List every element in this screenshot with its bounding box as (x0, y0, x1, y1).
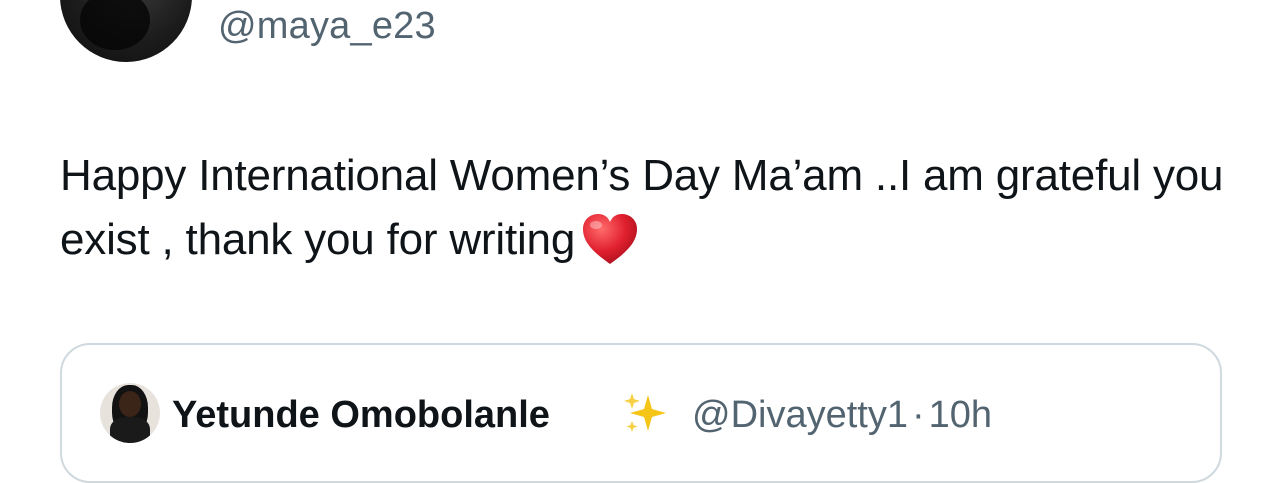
quoted-tweet-card[interactable]: Yetunde Omobolanle @Divayetty1 · 10h (60, 343, 1222, 483)
author-handle[interactable]: @maya_e23 (218, 4, 436, 48)
quoted-author-handle[interactable]: @Divayetty1 (692, 394, 908, 436)
tweet-text: Happy International Women’s Day Ma’am ..… (60, 144, 1230, 272)
author-avatar[interactable] (60, 0, 192, 62)
heart-emoji-icon (583, 214, 638, 264)
avatar-image-detail (119, 391, 141, 417)
quoted-tweet-time[interactable]: 10h (929, 394, 992, 436)
avatar-image-detail (110, 417, 150, 443)
meta-separator: · (911, 394, 925, 436)
avatar-image-detail (80, 0, 150, 50)
quoted-tweet-meta: @Divayetty1 · 10h (692, 393, 992, 437)
quoted-author-avatar[interactable] (100, 383, 160, 443)
tweet-text-content: Happy International Women’s Day Ma’am ..… (60, 151, 1224, 264)
sparkles-emoji-icon (624, 393, 666, 432)
quoted-author-name[interactable]: Yetunde Omobolanle (172, 393, 550, 437)
